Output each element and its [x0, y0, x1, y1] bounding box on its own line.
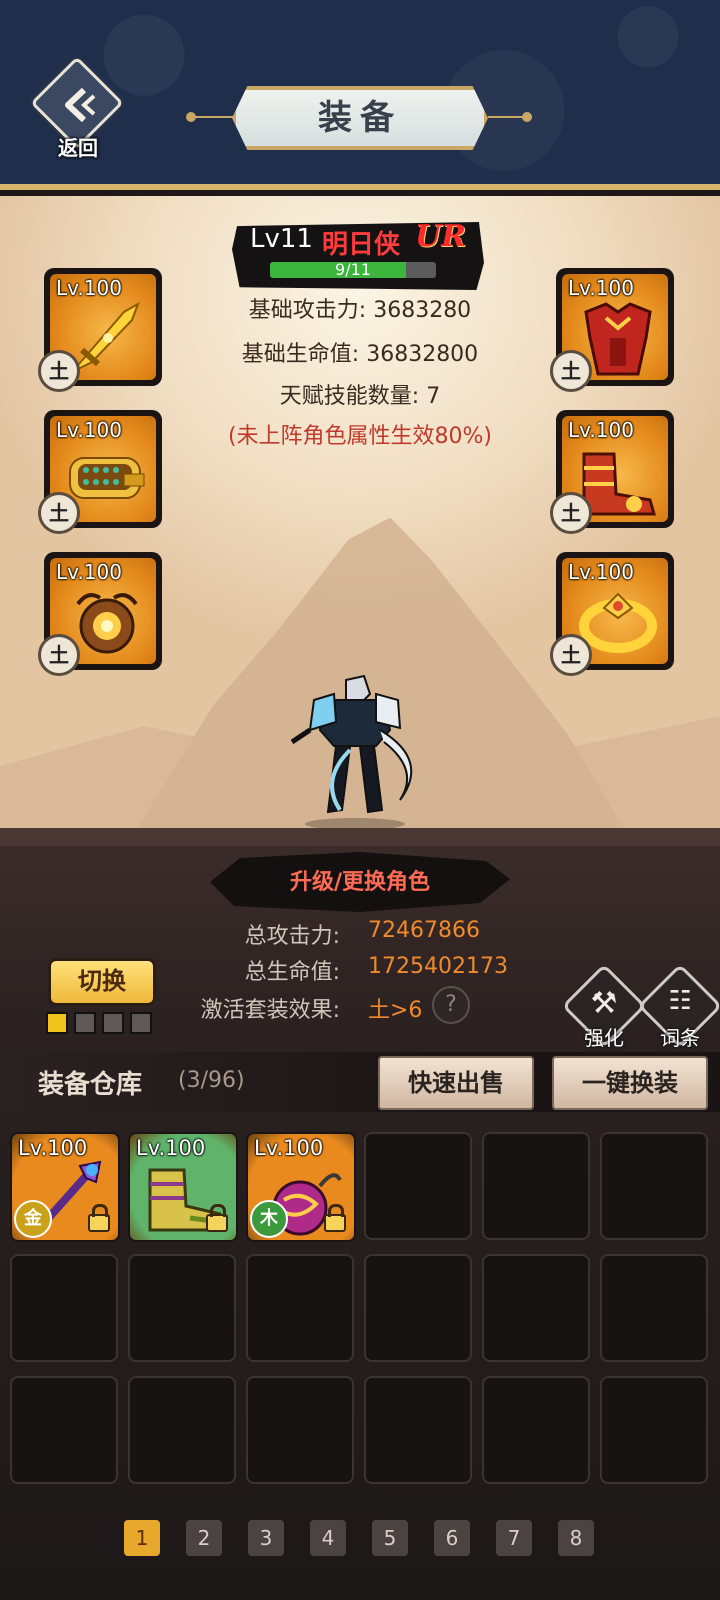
title-ornament-knob-left	[186, 112, 196, 122]
storage-slot[interactable]	[482, 1254, 590, 1362]
hero-name: 明日侠	[322, 230, 401, 260]
total-hp-value: 1725402173	[368, 954, 508, 979]
help-icon[interactable]: ?	[432, 986, 470, 1024]
page-title: 装备	[318, 98, 402, 138]
equip-slot-boots[interactable]: Lv.100 土	[550, 410, 674, 534]
switch-loadout-button[interactable]: 切换	[48, 958, 156, 1006]
page-button[interactable]: 7	[496, 1520, 532, 1556]
equip-level: Lv.100	[568, 560, 634, 584]
page-button[interactable]: 1	[124, 1520, 160, 1556]
equip-slot-amulet[interactable]: Lv.100 土	[38, 552, 162, 676]
lock-icon	[206, 1204, 228, 1232]
equip-level: Lv.100	[56, 418, 122, 442]
page-button[interactable]: 5	[372, 1520, 408, 1556]
storage-slot[interactable]	[246, 1376, 354, 1484]
storage-slot[interactable]	[482, 1132, 590, 1240]
hammer-icon: ⚒	[590, 986, 618, 1021]
storage-title: 装备仓库	[38, 1070, 143, 1100]
equip-level: Lv.100	[568, 276, 634, 300]
back-button[interactable]: 返回	[30, 56, 126, 162]
hero-level: Lv11	[250, 224, 313, 254]
storage-slot[interactable]	[10, 1376, 118, 1484]
equip-slot-armor[interactable]: Lv.100 土	[550, 268, 674, 392]
total-attack-label: 总攻击力:	[244, 924, 340, 949]
page-button[interactable]: 3	[248, 1520, 284, 1556]
back-arrow-icon	[54, 80, 104, 130]
list-icon: ☷	[668, 986, 692, 1016]
hero-character-sprite	[290, 674, 413, 830]
upgrade-change-hero-button[interactable]: 升级/更换角色	[210, 864, 510, 896]
storage-slot[interactable]	[364, 1132, 472, 1240]
wood-element-badge: 木	[250, 1200, 288, 1238]
earth-element-badge: 土	[38, 634, 80, 676]
storage-slot[interactable]	[364, 1254, 472, 1362]
loadout-slot-indicator[interactable]	[46, 1012, 68, 1034]
storage-item[interactable]: Lv.100 金	[10, 1132, 120, 1242]
affix-label: 词条	[660, 1026, 700, 1050]
item-level: Lv.100	[254, 1136, 324, 1160]
enhance-label: 强化	[584, 1026, 624, 1050]
page-button[interactable]: 8	[558, 1520, 594, 1556]
hero-progress-text: 9/11	[335, 260, 371, 279]
storage-slot[interactable]	[364, 1376, 472, 1484]
loadout-slot-indicator[interactable]	[130, 1012, 152, 1034]
earth-element-badge: 土	[550, 492, 592, 534]
storage-slot[interactable]	[600, 1132, 708, 1240]
page-button[interactable]: 6	[434, 1520, 470, 1556]
set-effect-label: 激活套装效果:	[200, 998, 340, 1023]
earth-element-badge: 土	[550, 634, 592, 676]
item-level: Lv.100	[18, 1136, 88, 1160]
total-attack-value: 72467866	[368, 918, 480, 943]
base-attack: 基础攻击力: 3683280	[248, 298, 472, 323]
bronze-amulet-icon	[76, 593, 138, 654]
storage-slot[interactable]	[600, 1254, 708, 1362]
lock-icon	[88, 1204, 110, 1232]
lock-icon	[324, 1204, 346, 1232]
base-hp: 基础生命值: 36832800	[241, 342, 479, 367]
hero-rarity-badge: UR	[415, 219, 467, 254]
equip-level: Lv.100	[56, 276, 122, 300]
earth-element-badge: 土	[38, 350, 80, 392]
storage-slot[interactable]	[246, 1254, 354, 1362]
quick-sell-button[interactable]: 快速出售	[378, 1056, 534, 1110]
storage-item[interactable]: Lv.100	[128, 1132, 238, 1242]
storage-slot[interactable]	[10, 1254, 118, 1362]
equip-level: Lv.100	[568, 418, 634, 442]
storage-slot[interactable]	[128, 1376, 236, 1484]
storage-count: (3/96)	[178, 1068, 245, 1093]
title-ornament-left	[190, 116, 234, 118]
page-button[interactable]: 2	[186, 1520, 222, 1556]
back-label: 返回	[58, 136, 98, 160]
equip-slot-belt[interactable]: Lv.100 土	[38, 410, 162, 534]
inactive-note: (未上阵角色属性生效80%)	[227, 424, 493, 449]
set-effect-value: 土>6	[368, 998, 423, 1023]
title-ornament-knob-right	[522, 112, 532, 122]
loadout-slot-indicator[interactable]	[74, 1012, 96, 1034]
equip-level: Lv.100	[56, 560, 122, 584]
total-hp-label: 总生命值:	[244, 960, 340, 985]
equip-slot-ring[interactable]: Lv.100 土	[550, 552, 674, 676]
loadout-slot-indicator[interactable]	[102, 1012, 124, 1034]
earth-element-badge: 土	[38, 492, 80, 534]
page-button[interactable]: 4	[310, 1520, 346, 1556]
storage-slot[interactable]	[482, 1376, 590, 1484]
storage-slot[interactable]	[128, 1254, 236, 1362]
metal-element-badge: 金	[14, 1200, 52, 1238]
equip-slot-weapon[interactable]: Lv.100 土	[38, 268, 162, 392]
storage-slot[interactable]	[600, 1376, 708, 1484]
item-level: Lv.100	[136, 1136, 206, 1160]
one-click-equip-button[interactable]: 一键换装	[552, 1056, 708, 1110]
talent-count: 天赋技能数量: 7	[279, 384, 441, 409]
storage-item[interactable]: Lv.100 木	[246, 1132, 356, 1242]
earth-element-badge: 土	[550, 350, 592, 392]
